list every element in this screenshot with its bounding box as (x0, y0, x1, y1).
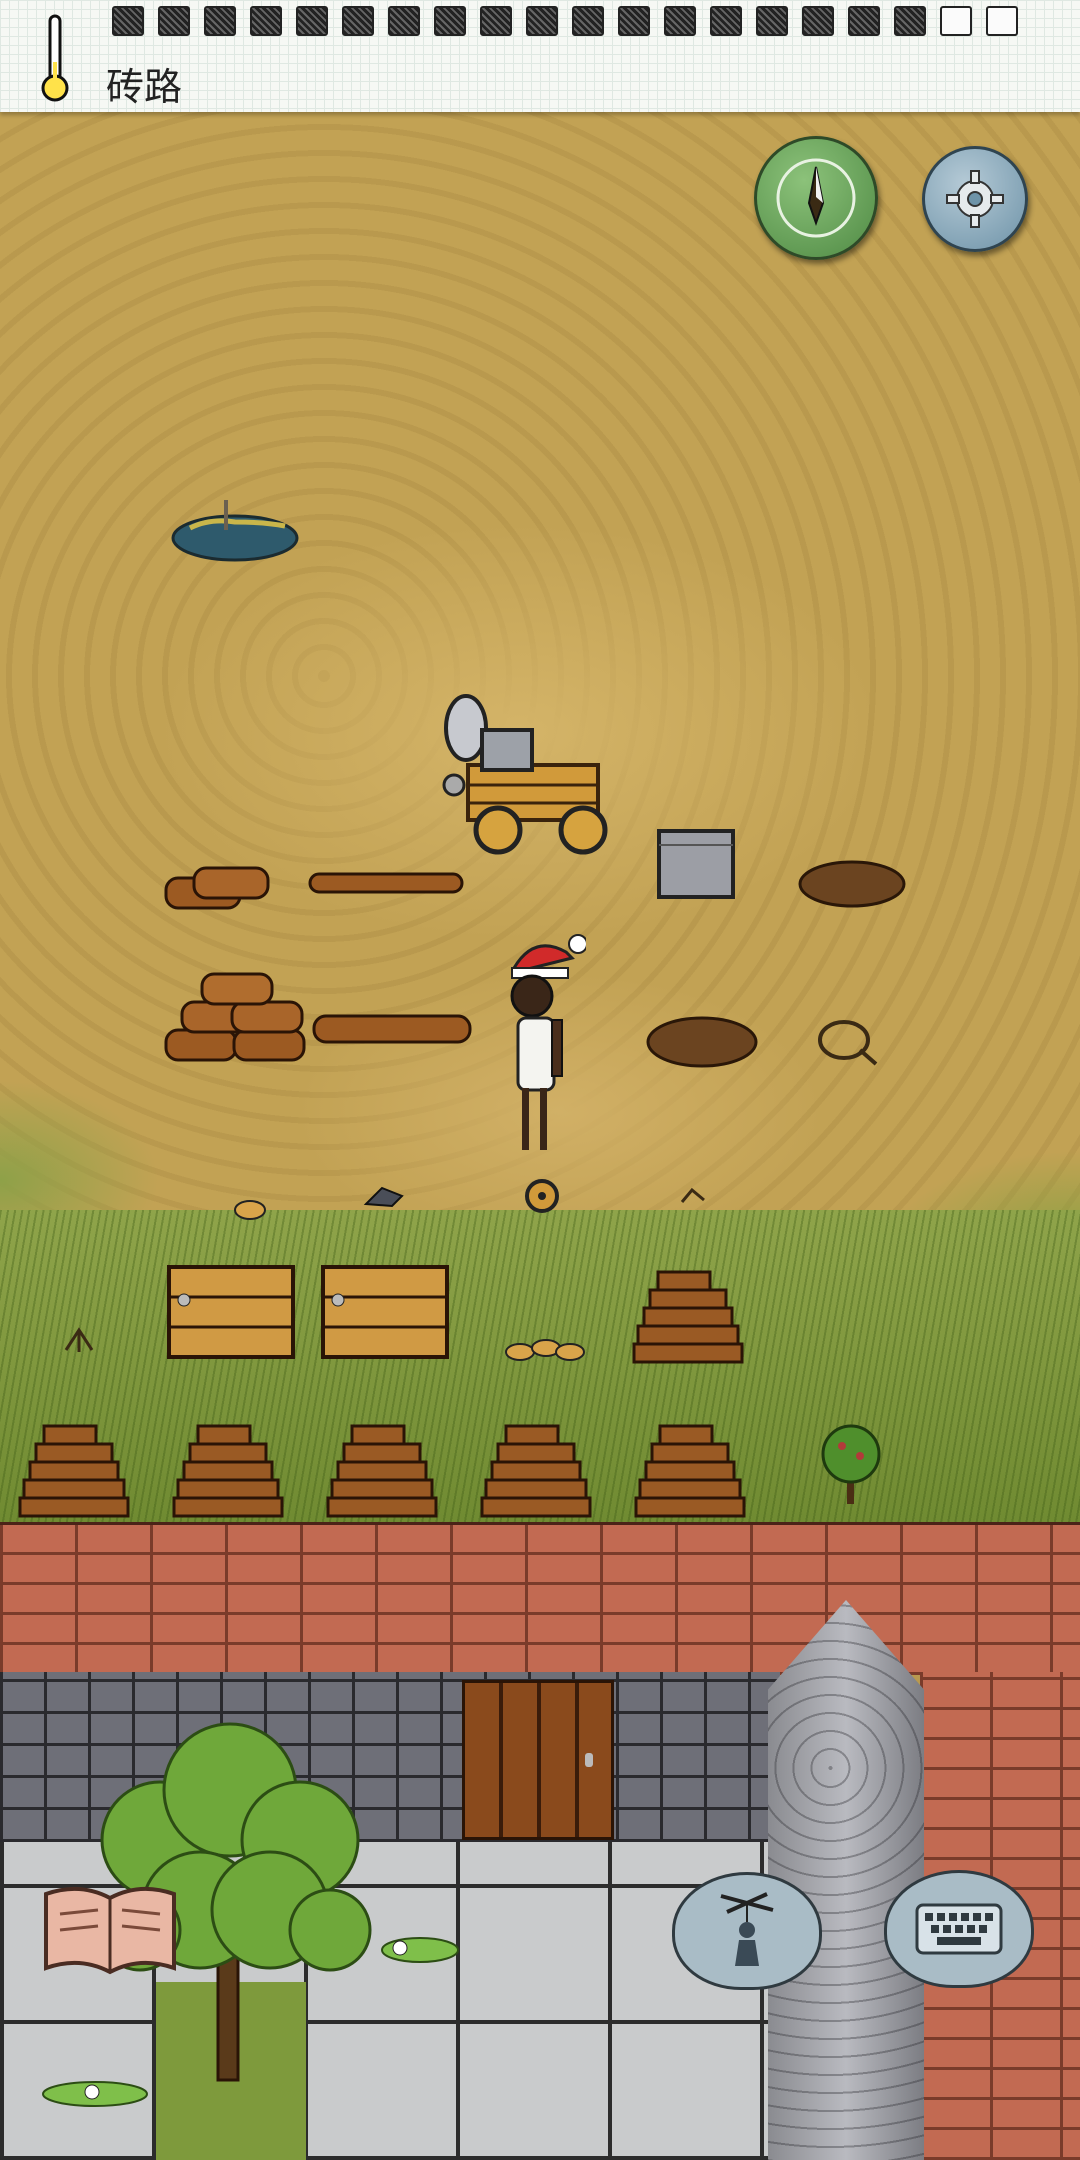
thermometer-icon (41, 14, 69, 102)
board-stack[interactable] (14, 1418, 134, 1522)
door-knob (585, 1753, 593, 1767)
player-with-santa-hat[interactable] (492, 928, 586, 1158)
food-pip-filled (250, 6, 282, 36)
food-pip-filled (802, 6, 834, 36)
bread-loaf[interactable] (232, 1198, 268, 1222)
open-book-icon (44, 1886, 176, 1975)
single-log[interactable] (306, 870, 466, 898)
brick-wall (0, 1522, 1080, 1675)
location-label: 砖路 (106, 65, 183, 109)
settings-button[interactable] (922, 146, 1028, 252)
food-pip-filled (618, 6, 650, 36)
puppet-emote-icon (720, 1892, 774, 1966)
board-stack[interactable] (630, 1418, 750, 1522)
wooden-crate[interactable] (320, 1264, 450, 1360)
sapling-small[interactable] (62, 1324, 96, 1354)
wooden-wheel[interactable] (522, 1176, 562, 1216)
status-bar: 砖路 (0, 0, 1080, 112)
stone-pillar-texture (768, 1600, 924, 2160)
food-pip-filled (112, 6, 144, 36)
food-meter (112, 6, 1018, 36)
bandsaw-cart[interactable] (438, 690, 613, 860)
food-pip-filled (342, 6, 374, 36)
food-pip-filled (388, 6, 420, 36)
board-stack[interactable] (322, 1418, 442, 1522)
food-pip-filled (204, 6, 236, 36)
sapling[interactable] (816, 1420, 886, 1510)
wooden-door[interactable] (462, 1680, 614, 1840)
board-stack[interactable] (476, 1418, 596, 1522)
food-pip-filled (526, 6, 558, 36)
food-pip-empty (940, 6, 972, 36)
keyboard-icon (915, 1903, 1003, 1955)
board-stack[interactable] (168, 1418, 288, 1522)
food-pip-filled (710, 6, 742, 36)
pond[interactable] (160, 500, 310, 570)
food-pip-filled (894, 6, 926, 36)
rope-coil[interactable] (814, 1010, 878, 1070)
food-pip-filled (296, 6, 328, 36)
compass-icon (776, 158, 856, 238)
stone-block[interactable] (655, 825, 737, 903)
food-pip-empty (986, 6, 1018, 36)
food-pip-filled (480, 6, 512, 36)
log-pile[interactable] (162, 864, 274, 914)
wooden-crate[interactable] (166, 1264, 296, 1360)
gear-icon (946, 170, 1004, 228)
kindling-pile[interactable] (796, 852, 908, 912)
leaf-plate[interactable] (40, 2076, 150, 2110)
food-pip-filled (158, 6, 190, 36)
stick[interactable] (680, 1186, 706, 1206)
bread-pile[interactable] (502, 1334, 590, 1364)
food-pip-filled (848, 6, 880, 36)
emote-button[interactable] (672, 1872, 822, 1990)
log-pyramid[interactable] (162, 970, 310, 1066)
chat-button[interactable] (884, 1870, 1034, 1988)
food-pip-filled (664, 6, 696, 36)
food-pip-filled (572, 6, 604, 36)
food-pip-filled (434, 6, 466, 36)
food-pip-filled (756, 6, 788, 36)
kindling-pile[interactable] (644, 1008, 760, 1072)
flint-chip[interactable] (362, 1182, 408, 1210)
board-stack[interactable] (628, 1264, 748, 1368)
compass-button[interactable] (754, 136, 878, 260)
tech-book-button[interactable] (40, 1880, 180, 1978)
leaf-plate[interactable] (380, 1932, 460, 1966)
long-log[interactable] (310, 1012, 474, 1048)
